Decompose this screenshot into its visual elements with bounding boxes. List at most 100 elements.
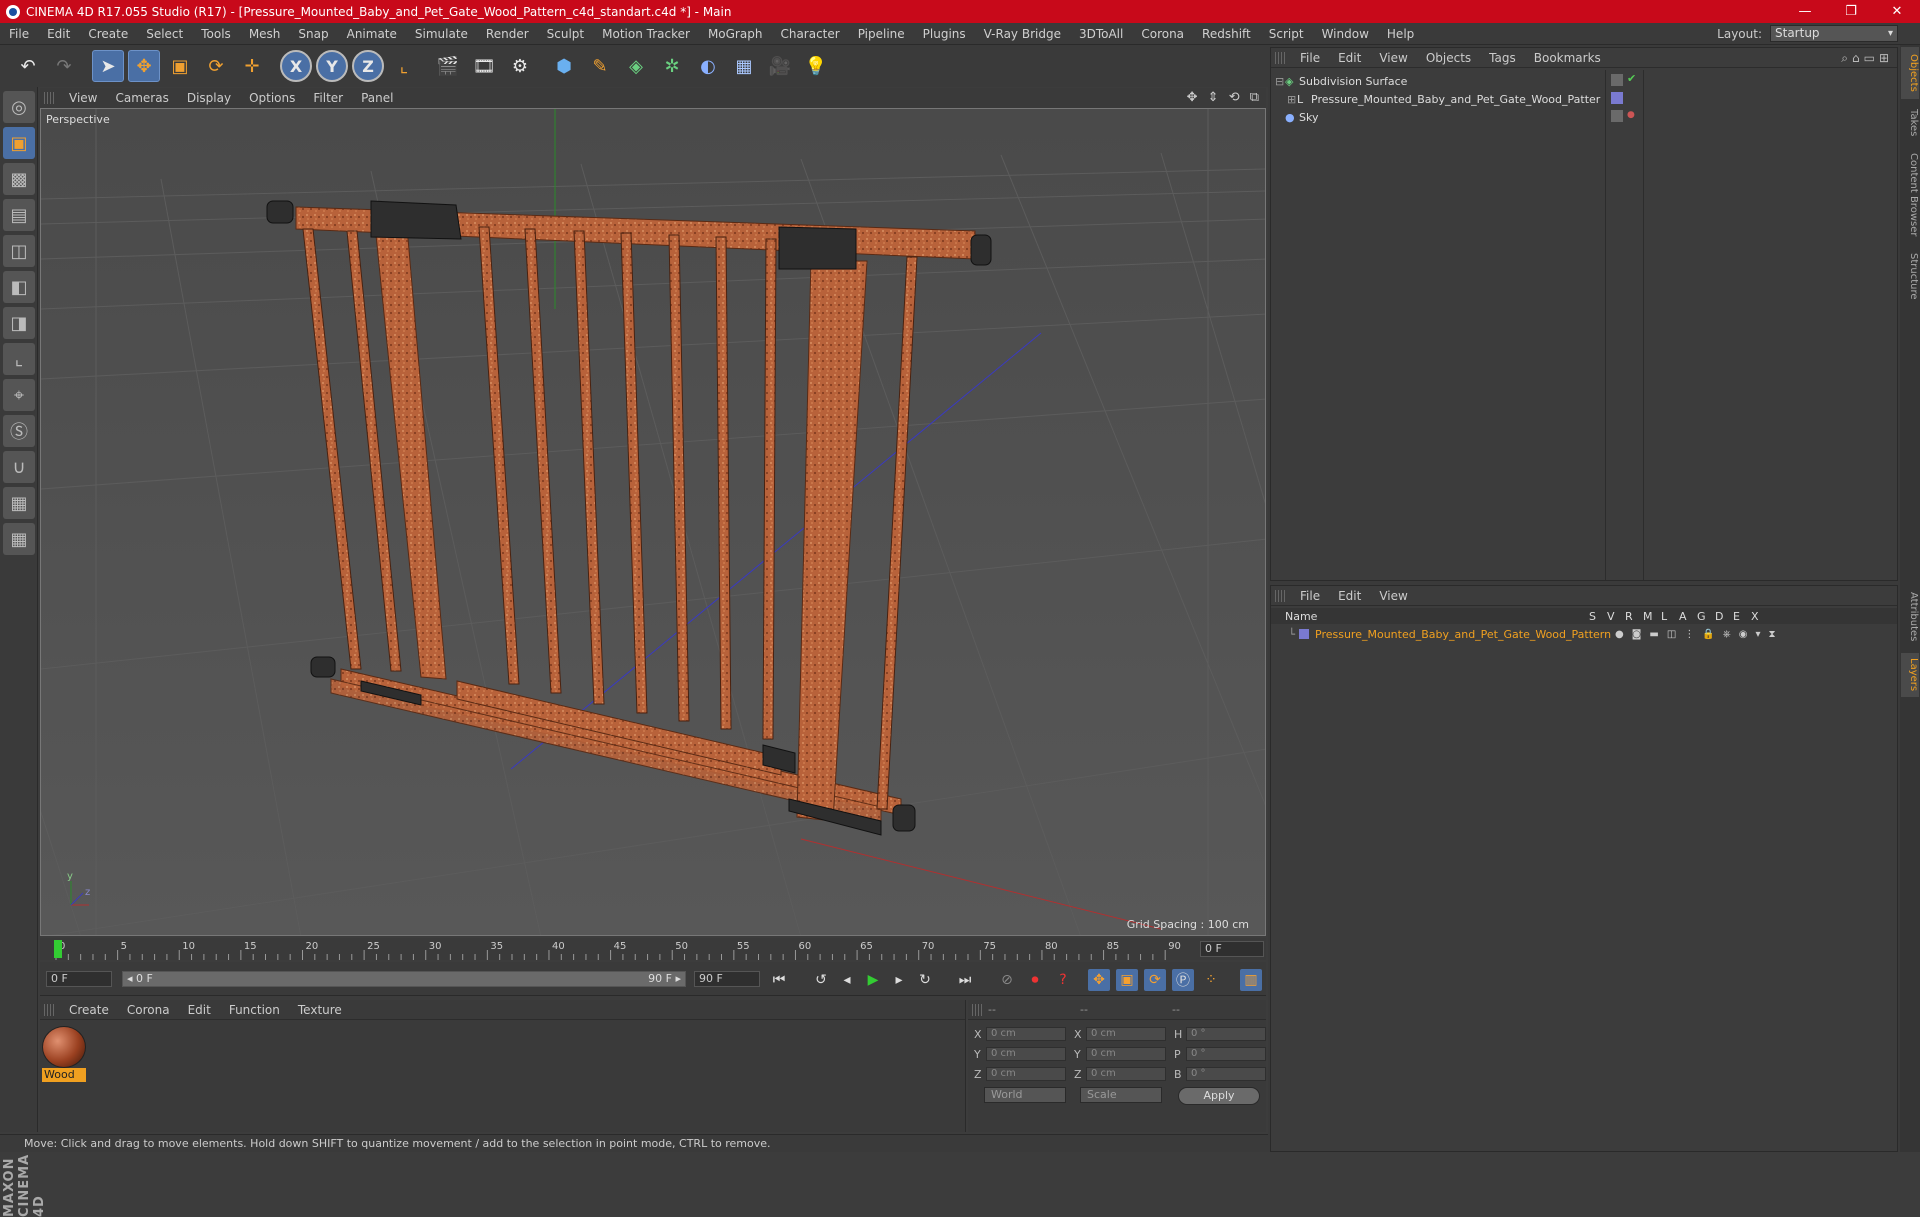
layer-tag-icon[interactable] — [1611, 74, 1623, 86]
playhead-marker[interactable] — [54, 940, 62, 958]
key-parameter-icon[interactable]: Ⓟ — [1172, 969, 1194, 991]
layer-column-x[interactable]: X — [1751, 610, 1769, 623]
make-editable-icon[interactable]: ◎ — [3, 91, 35, 123]
menu-script[interactable]: Script — [1260, 27, 1313, 41]
lm-menu-file[interactable]: File — [1291, 589, 1329, 603]
array-generator-icon[interactable]: ✲ — [656, 50, 688, 82]
layer-column-g[interactable]: G — [1697, 610, 1715, 623]
position-z-field[interactable]: 0 cm — [986, 1067, 1066, 1081]
end-frame-field[interactable]: 90 F — [694, 971, 760, 987]
magnet-icon[interactable]: ∪ — [3, 451, 35, 483]
menu-mesh[interactable]: Mesh — [240, 27, 290, 41]
tab-attributes[interactable]: Attributes — [1901, 585, 1919, 649]
menu-animate[interactable]: Animate — [338, 27, 406, 41]
menu-motion-tracker[interactable]: Motion Tracker — [593, 27, 699, 41]
x-axis-lock-button[interactable]: X — [280, 50, 312, 82]
menu-simulate[interactable]: Simulate — [406, 27, 477, 41]
subdivision-generator-icon[interactable]: ◈ — [620, 50, 652, 82]
axis-mode-icon[interactable]: ⌞ — [3, 343, 35, 375]
collapse-icon[interactable]: ⊟ — [1275, 75, 1285, 88]
frame-range-slider[interactable]: ◂ 0 F 90 F ▸ — [122, 971, 686, 987]
snap-mode-icon[interactable]: Ⓢ — [3, 415, 35, 447]
edge-mode-icon[interactable]: ◧ — [3, 271, 35, 303]
go-to-start-icon[interactable]: ⏮ — [768, 969, 790, 991]
maximize-button[interactable]: ❐ — [1828, 0, 1874, 23]
tab-structure[interactable]: Structure — [1901, 247, 1919, 305]
menu-pipeline[interactable]: Pipeline — [849, 27, 914, 41]
lm-menu-view[interactable]: View — [1370, 589, 1416, 603]
om-menu-objects[interactable]: Objects — [1417, 51, 1480, 65]
layer-column-d[interactable]: D — [1715, 610, 1733, 623]
layer-column-a[interactable]: A — [1679, 610, 1697, 623]
menu-v-ray-bridge[interactable]: V-Ray Bridge — [975, 27, 1070, 41]
size-x-field[interactable]: 0 cm — [1086, 1027, 1166, 1041]
tab-content-browser[interactable]: Content Browser — [1901, 147, 1919, 243]
rotation-b-field[interactable]: 0 ° — [1186, 1067, 1266, 1081]
render-settings-icon[interactable]: ⚙ — [504, 50, 536, 82]
viewport-menu-options[interactable]: Options — [240, 91, 304, 105]
coordinate-mode-dropdown[interactable]: World — [984, 1087, 1066, 1103]
grid-snap-icon[interactable]: ▦ — [3, 523, 35, 555]
model-mode-icon[interactable]: ▣ — [3, 127, 35, 159]
render-picture-viewer-icon[interactable]: 🎞 — [468, 50, 500, 82]
viewport-navigation-icons[interactable]: ✥ ⇕ ⟲ ⧉ — [1187, 90, 1262, 105]
om-menu-tags[interactable]: Tags — [1480, 51, 1525, 65]
viewport-menu-panel[interactable]: Panel — [352, 91, 402, 105]
record-active-icon[interactable]: ⏺ — [1024, 969, 1046, 991]
floor-object-icon[interactable]: ▦ — [728, 50, 760, 82]
next-frame-icon[interactable]: ▸ — [888, 969, 910, 991]
position-y-field[interactable]: 0 cm — [986, 1047, 1066, 1061]
menu-mograph[interactable]: MoGraph — [699, 27, 772, 41]
keyframe-selection-icon[interactable]: ⊘ — [996, 969, 1018, 991]
layer-color-icon[interactable] — [1611, 92, 1623, 104]
layer-color-swatch[interactable] — [1299, 629, 1309, 639]
undo-icon[interactable]: ↶ — [12, 50, 44, 82]
timeline-ruler[interactable]: 0 5 10 15 20 25 30 35 40 45 50 55 60 65 70 75 80 85 90 0 F — [40, 938, 1266, 960]
key-scale-icon[interactable]: ▣ — [1116, 969, 1138, 991]
workplane-mode-icon[interactable]: ▤ — [3, 199, 35, 231]
layer-column-s[interactable]: S — [1589, 610, 1607, 623]
apply-button[interactable]: Apply — [1178, 1087, 1260, 1105]
menu-select[interactable]: Select — [137, 27, 192, 41]
rotation-h-field[interactable]: 0 ° — [1186, 1027, 1266, 1041]
position-x-field[interactable]: 0 cm — [986, 1027, 1066, 1041]
tab-layers[interactable]: Layers — [1901, 653, 1919, 697]
menu-help[interactable]: Help — [1378, 27, 1423, 41]
tab-objects[interactable]: Objects — [1901, 47, 1919, 99]
current-frame-field[interactable]: 0 F — [1200, 941, 1264, 957]
visibility-dot-icon[interactable]: ● — [1627, 110, 1635, 120]
menu-render[interactable]: Render — [477, 27, 538, 41]
texture-mode-icon[interactable]: ▩ — [3, 163, 35, 195]
menu-character[interactable]: Character — [771, 27, 848, 41]
menu-window[interactable]: Window — [1313, 27, 1378, 41]
object-row-subdivision-surface[interactable]: ⊟ ◈ Subdivision Surface — [1271, 72, 1897, 90]
timeline-window-icon[interactable]: ▥ — [1240, 969, 1262, 991]
layer-column-name[interactable]: Name — [1271, 610, 1589, 623]
play-icon[interactable]: ▶ — [862, 969, 884, 991]
rotation-p-field[interactable]: 0 ° — [1186, 1047, 1266, 1061]
pen-spline-icon[interactable]: ✎ — [584, 50, 616, 82]
viewport-menu-display[interactable]: Display — [178, 91, 240, 105]
point-mode-icon[interactable]: ◫ — [3, 235, 35, 267]
om-menu-edit[interactable]: Edit — [1329, 51, 1370, 65]
layer-row[interactable]: └ Pressure_Mounted_Baby_and_Pet_Gate_Woo… — [1271, 626, 1897, 642]
layer-column-l[interactable]: L — [1661, 610, 1679, 623]
enabled-check-icon[interactable]: ✔ — [1627, 72, 1636, 85]
tab-takes[interactable]: Takes — [1901, 103, 1919, 143]
om-menu-file[interactable]: File — [1291, 51, 1329, 65]
start-frame-field[interactable]: 0 F — [46, 971, 112, 987]
deformer-icon[interactable]: ◐ — [692, 50, 724, 82]
material-menu-texture[interactable]: Texture — [289, 1003, 351, 1017]
size-mode-dropdown[interactable]: Scale — [1080, 1087, 1162, 1103]
material-wood[interactable]: Wood — [42, 1026, 86, 1082]
minimize-button[interactable]: — — [1782, 0, 1828, 23]
light-object-icon[interactable]: 💡 — [800, 50, 832, 82]
coordinate-system-icon[interactable]: ⌞ — [388, 50, 420, 82]
menu-snap[interactable]: Snap — [289, 27, 337, 41]
next-key-icon[interactable]: ↻ — [914, 969, 936, 991]
redo-icon[interactable]: ↷ — [48, 50, 80, 82]
om-menu-view[interactable]: View — [1370, 51, 1416, 65]
layer-column-v[interactable]: V — [1607, 610, 1625, 623]
menu-create[interactable]: Create — [79, 27, 137, 41]
material-menu-corona[interactable]: Corona — [118, 1003, 179, 1017]
